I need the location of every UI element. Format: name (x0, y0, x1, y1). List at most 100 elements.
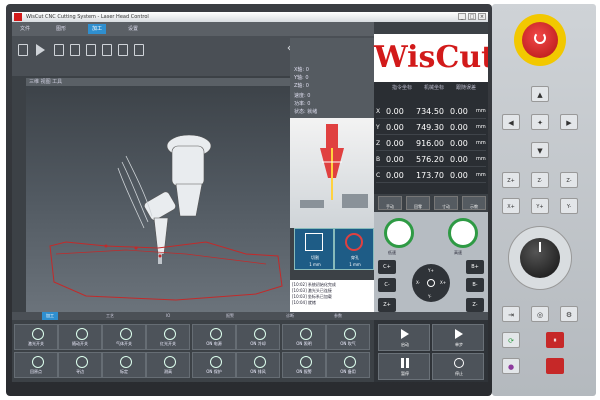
hw-x-plus-key[interactable]: X+ (502, 198, 520, 214)
exhaust-toggle[interactable]: ON 排风 (236, 352, 280, 378)
cell-label: ON 备用 (340, 369, 356, 374)
list-icon[interactable] (134, 44, 144, 56)
jog-x-plus-button[interactable]: X+ (440, 280, 446, 285)
cooling-toggle[interactable]: ON 冷却 (236, 324, 280, 350)
hw-down-key[interactable]: ▼ (531, 142, 549, 158)
home-mode-button[interactable]: 回零 (406, 196, 430, 210)
edit-icon[interactable] (54, 44, 64, 56)
hw-tab-key[interactable]: ⇥ (502, 306, 520, 322)
red-light-switch-button[interactable]: 红光开关 (146, 324, 190, 350)
run-control-panel: 启动 单步 暂停 停止 (374, 320, 488, 382)
layers-icon[interactable] (70, 44, 80, 56)
inch-mode-button[interactable]: 寸动 (434, 196, 458, 210)
close-button[interactable]: × (478, 13, 486, 20)
laser-switch-button[interactable]: 激光开关 (14, 324, 58, 350)
jog-y-minus-button[interactable]: Y- (428, 294, 431, 299)
jog-b-plus-button[interactable]: B+ (466, 260, 484, 274)
speed-dial-high-icon[interactable] (448, 218, 478, 248)
gas-switch-button[interactable]: 气体开关 (102, 324, 146, 350)
manual-mode-button[interactable]: 手动 (378, 196, 402, 210)
menu-tab-process[interactable]: 加工 (88, 24, 107, 34)
maximize-button[interactable]: □ (468, 13, 476, 20)
hw-z-mid-key[interactable]: Z· (531, 172, 549, 188)
hw-cycle-key[interactable]: ⟳ (502, 332, 520, 348)
feed-override-knob[interactable] (520, 238, 560, 278)
toggle-icon (344, 356, 356, 368)
jog-b-minus-button[interactable]: B- (466, 278, 484, 292)
spare-toggle[interactable]: ON 备用 (326, 352, 370, 378)
height-measure-button[interactable]: 测高 (146, 352, 190, 378)
cell-label: ON 冷却 (250, 341, 266, 346)
3d-viewport[interactable] (26, 86, 290, 312)
jog-c-plus-button[interactable]: C+ (378, 260, 396, 274)
edge-find-button[interactable]: 寻边 (58, 352, 102, 378)
laser-head-model (49, 134, 283, 301)
step-button[interactable]: 单步 (432, 324, 484, 351)
teach-mode-button[interactable]: 示教 (462, 196, 486, 210)
minimize-button[interactable]: _ (458, 13, 466, 20)
menu-bar: 文件 图形 加工 设置 (12, 22, 374, 36)
tab-process[interactable]: 加工 (42, 312, 58, 320)
hw-y-minus-key[interactable]: Y- (560, 198, 578, 214)
protect-toggle[interactable]: ON 保护 (192, 352, 236, 378)
stop-button[interactable]: 停止 (432, 353, 484, 380)
jog-x-minus-button[interactable]: X- (416, 280, 420, 285)
blow-toggle[interactable]: ON 吹气 (326, 324, 370, 350)
tab-io[interactable]: IO (162, 312, 174, 320)
play-icon[interactable] (36, 44, 45, 56)
axis-err: 0.00 (450, 123, 468, 132)
axis-row-z: Z 0.00 916.00 0.00 mm (376, 136, 486, 151)
alarm-toggle[interactable]: ON 报警 (282, 352, 326, 378)
cell-label: ON 保护 (206, 369, 222, 374)
follow-switch-button[interactable]: 随动开关 (58, 324, 102, 350)
export-icon[interactable] (86, 44, 96, 56)
settings-icon[interactable] (102, 44, 112, 56)
hw-record-key[interactable]: ● (502, 358, 520, 374)
jog-center-icon[interactable] (427, 279, 435, 287)
hw-left-key[interactable]: ◀ (502, 114, 520, 130)
hw-gear-key[interactable]: ⚙ (560, 306, 578, 322)
cut-mode-sub: 1 mm (309, 262, 321, 267)
tab-alarm[interactable]: 报警 (222, 312, 238, 320)
calibrate-button[interactable]: 标定 (102, 352, 146, 378)
stop-label: 停止 (455, 371, 463, 376)
jog-c-minus-button[interactable]: C- (378, 278, 396, 292)
pause-icon (401, 358, 404, 368)
hw-pause-key[interactable]: ⏸ (546, 332, 564, 348)
tab-craft[interactable]: 工艺 (102, 312, 118, 320)
zoom-icon[interactable] (118, 44, 128, 56)
menu-tab-settings[interactable]: 设置 (124, 24, 142, 34)
pierce-mode-button[interactable]: 穿孔 1 mm (334, 228, 374, 270)
status-row-y: Y轴: 0 (294, 75, 309, 81)
pause-button[interactable]: 暂停 (378, 353, 430, 380)
axis-row-x: X 0.00 734.50 0.00 mm (376, 104, 486, 119)
hw-target-key[interactable]: ◎ (531, 306, 549, 322)
jog-z-plus-button[interactable]: Z+ (378, 298, 396, 312)
tab-diagnose[interactable]: 诊断 (282, 312, 298, 320)
jog-z-minus-button[interactable]: Z- (466, 298, 484, 312)
hw-center-key[interactable]: ✦ (531, 114, 549, 130)
axis-unit: mm (476, 172, 486, 178)
cut-mode-button[interactable]: 切割 1 mm (294, 228, 334, 270)
emergency-stop-button[interactable] (522, 22, 558, 58)
menu-tab-file[interactable]: 文件 (16, 24, 34, 34)
axes-header-mach: 机械坐标 (424, 85, 445, 91)
bottom-tab-bar: 加工 工艺 IO 报警 诊断 参数 (12, 312, 488, 320)
hw-stop-key[interactable] (546, 358, 564, 374)
lighting-toggle[interactable]: ON 照明 (282, 324, 326, 350)
open-icon[interactable] (18, 44, 28, 56)
hw-z-minus-key[interactable]: Z- (560, 172, 578, 188)
hw-right-key[interactable]: ▶ (560, 114, 578, 130)
hw-y-plus-key[interactable]: Y+ (531, 198, 549, 214)
menu-tab-graphics[interactable]: 图形 (52, 24, 70, 34)
home-button[interactable]: 回原点 (14, 352, 58, 378)
hw-z-plus-key[interactable]: Z+ (502, 172, 520, 188)
jog-y-plus-button[interactable]: Y+ (428, 268, 434, 273)
axis-err: 0.00 (450, 155, 468, 164)
power-toggle[interactable]: ON 电源 (192, 324, 236, 350)
hw-up-key[interactable]: ▲ (531, 86, 549, 102)
start-button[interactable]: 启动 (378, 324, 430, 351)
speed-dial-low-icon[interactable] (384, 218, 414, 248)
tab-params[interactable]: 参数 (330, 312, 346, 320)
step-label: 单步 (455, 342, 463, 347)
